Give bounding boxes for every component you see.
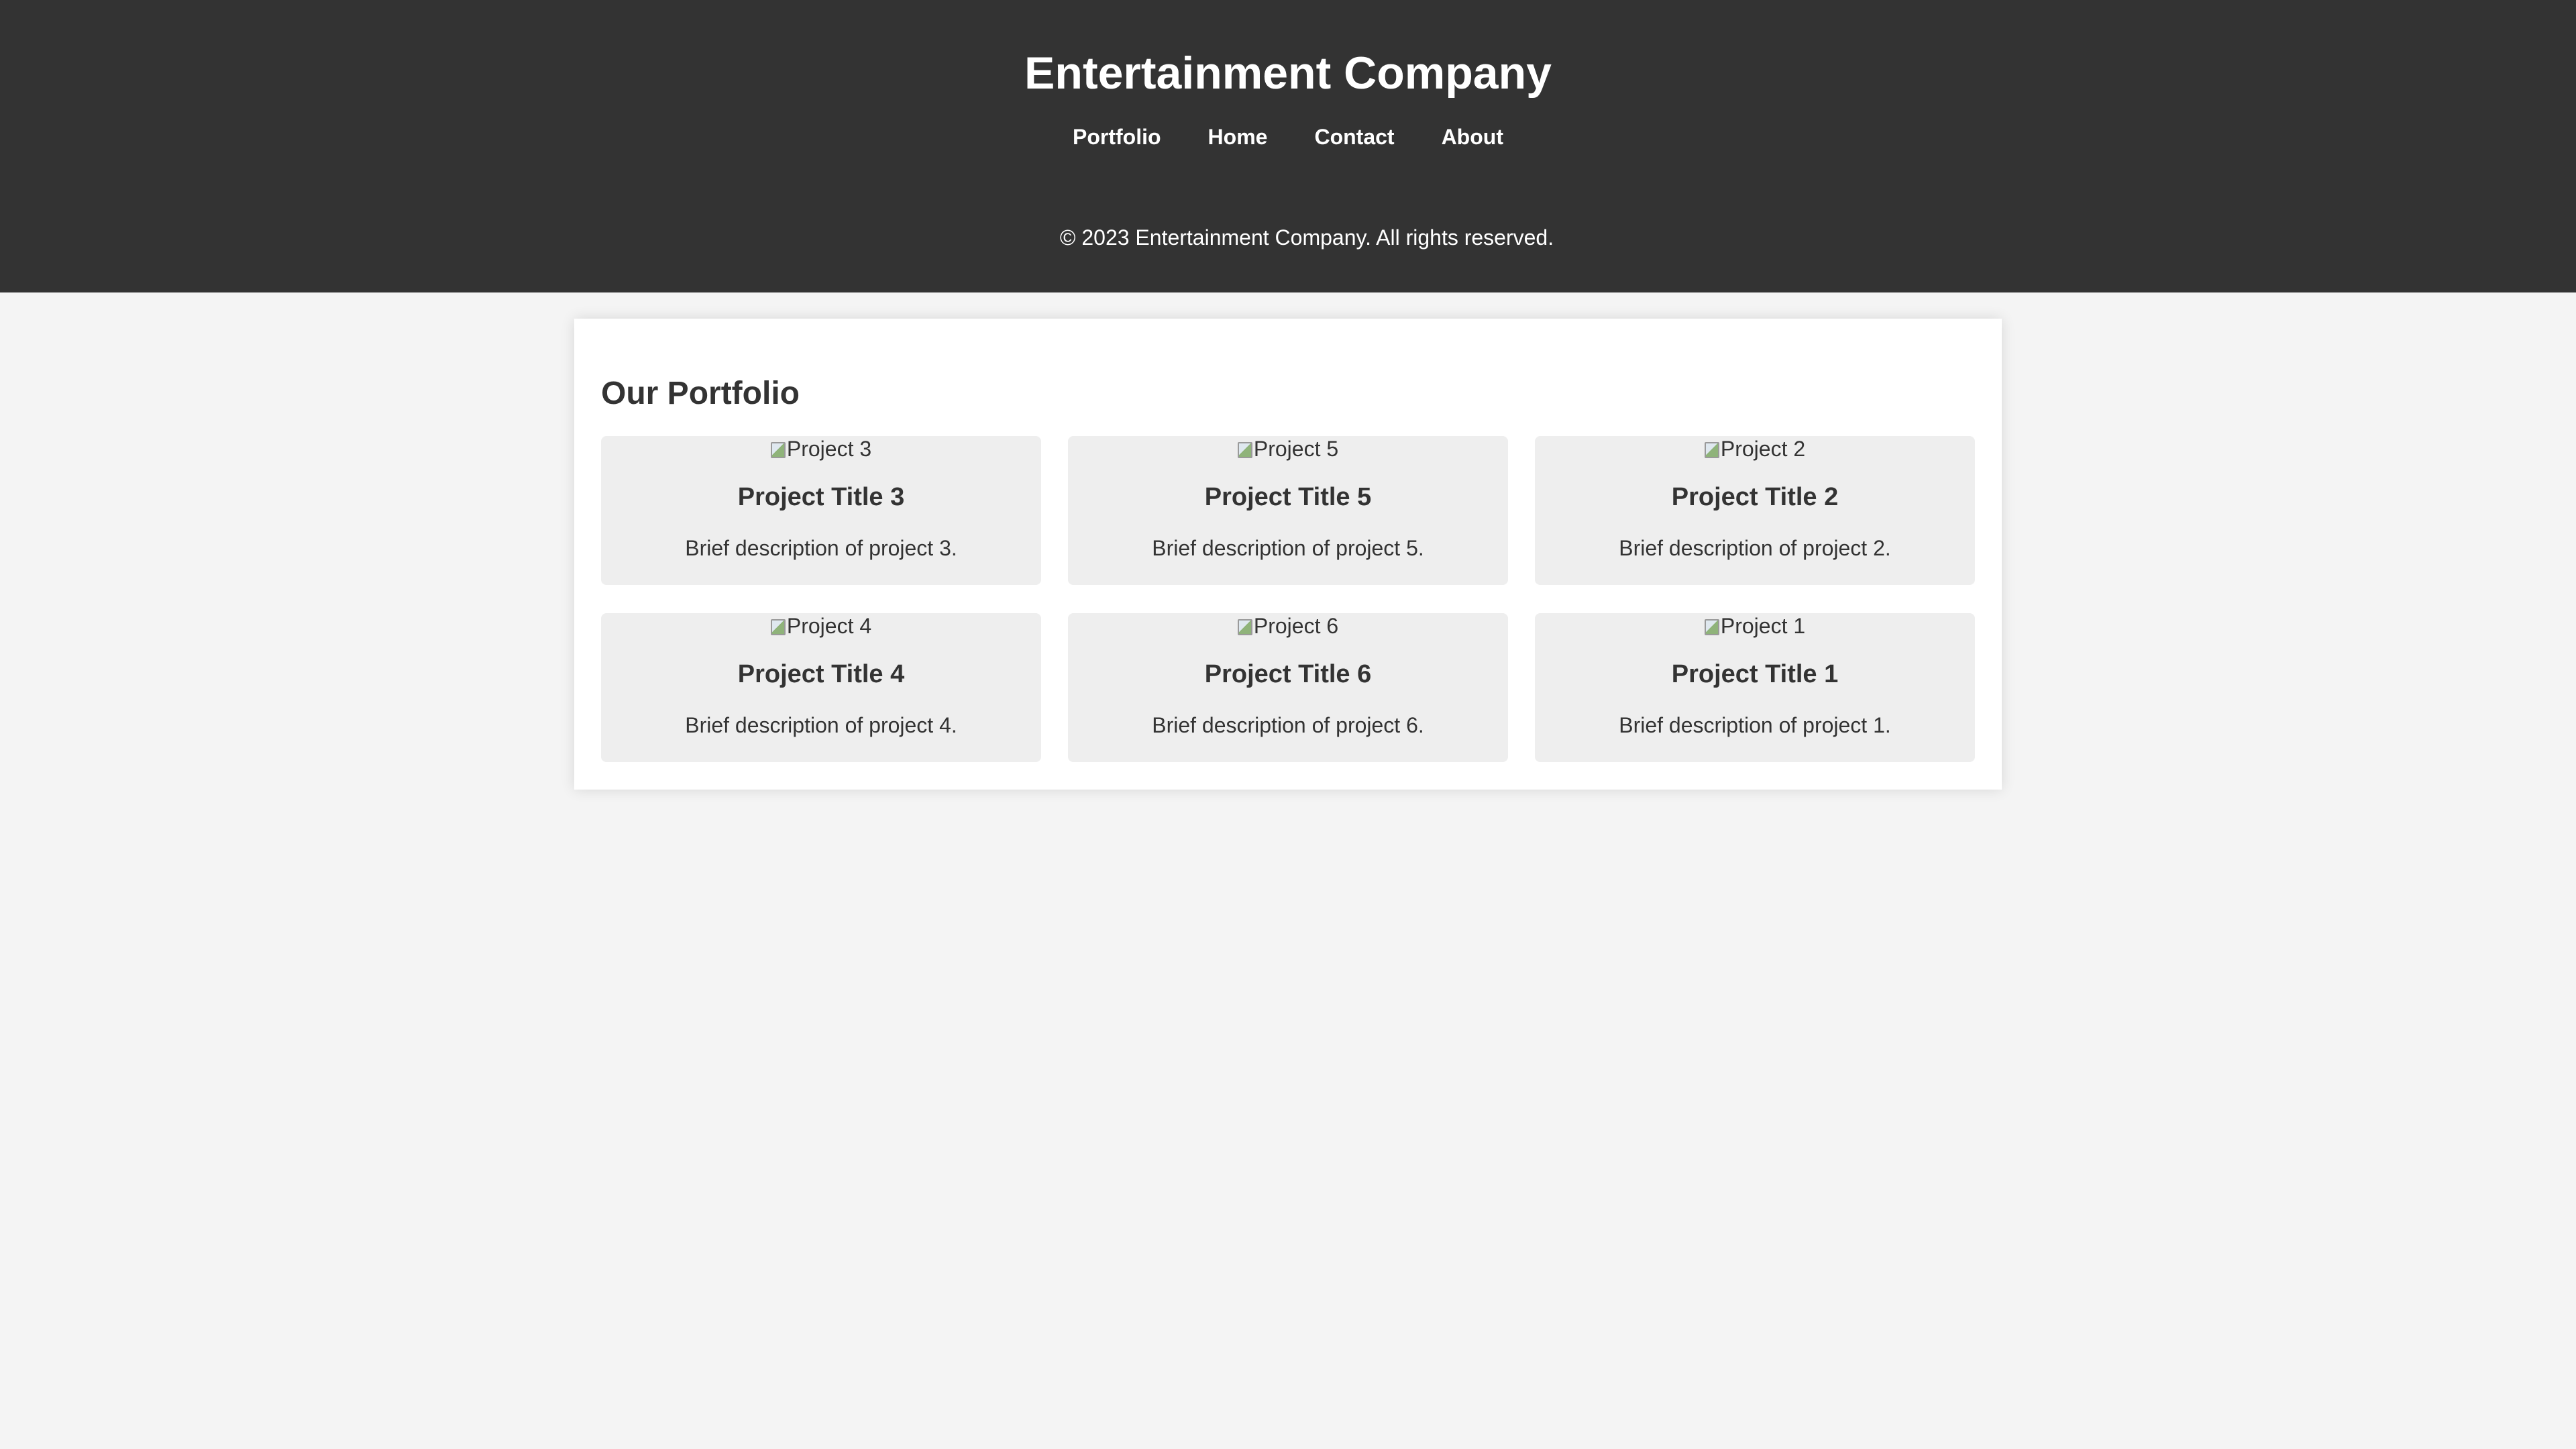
project-card[interactable]: Project 1 Project Title 1 Brief descript… [1535, 613, 1975, 762]
project-image-alt: Project 2 [1720, 437, 1806, 461]
project-card[interactable]: Project 4 Project Title 4 Brief descript… [601, 613, 1041, 762]
project-image: Project 1 [1535, 613, 1975, 639]
copyright-text: © 2023 Entertainment Company. All rights… [1059, 225, 1554, 250]
project-image: Project 6 [1068, 613, 1508, 639]
project-image-alt: Project 5 [1253, 437, 1339, 461]
project-title: Project Title 2 [1671, 483, 1839, 511]
project-title: Project Title 6 [1204, 660, 1372, 688]
project-image-alt: Project 3 [786, 437, 872, 461]
project-image: Project 3 [601, 436, 1041, 462]
project-image-alt: Project 4 [786, 614, 872, 638]
project-title: Project Title 1 [1671, 660, 1839, 688]
broken-image-icon [1704, 619, 1719, 635]
broken-image-icon [1237, 442, 1252, 458]
project-title: Project Title 3 [737, 483, 905, 511]
project-description: Brief description of project 1. [1619, 713, 1891, 737]
project-description: Brief description of project 6. [1152, 713, 1424, 737]
project-grid: Project 3 Project Title 3 Brief descript… [601, 436, 1975, 762]
nav-link-about[interactable]: About [1442, 122, 1503, 152]
site-title: Entertainment Company [1024, 48, 1552, 99]
project-image-alt: Project 1 [1720, 614, 1806, 638]
project-image: Project 4 [601, 613, 1041, 639]
project-card[interactable]: Project 2 Project Title 2 Brief descript… [1535, 436, 1975, 585]
nav-link-contact[interactable]: Contact [1314, 122, 1394, 152]
broken-image-icon [1237, 619, 1252, 635]
nav-link-home[interactable]: Home [1208, 122, 1268, 152]
project-image-alt: Project 6 [1253, 614, 1339, 638]
broken-image-icon [770, 619, 786, 635]
nav-link-portfolio[interactable]: Portfolio [1073, 122, 1161, 152]
project-image: Project 5 [1068, 436, 1508, 462]
project-card[interactable]: Project 6 Project Title 6 Brief descript… [1068, 613, 1508, 762]
project-description: Brief description of project 2. [1619, 536, 1891, 560]
portfolio-heading: Our Portfolio [601, 376, 800, 411]
project-description: Brief description of project 5. [1152, 536, 1424, 560]
project-title: Project Title 4 [737, 660, 905, 688]
project-description: Brief description of project 3. [685, 536, 957, 560]
site-header: Entertainment Company Portfolio Home Con… [0, 0, 2576, 292]
project-title: Project Title 5 [1204, 483, 1372, 511]
main-navigation: Portfolio Home Contact About [0, 122, 2576, 152]
project-description: Brief description of project 4. [685, 713, 957, 737]
project-image: Project 2 [1535, 436, 1975, 462]
broken-image-icon [770, 442, 786, 458]
project-card[interactable]: Project 5 Project Title 5 Brief descript… [1068, 436, 1508, 585]
portfolio-section: Our Portfolio Project 3 Project Title 3 … [574, 319, 2002, 790]
project-card[interactable]: Project 3 Project Title 3 Brief descript… [601, 436, 1041, 585]
broken-image-icon [1704, 442, 1719, 458]
